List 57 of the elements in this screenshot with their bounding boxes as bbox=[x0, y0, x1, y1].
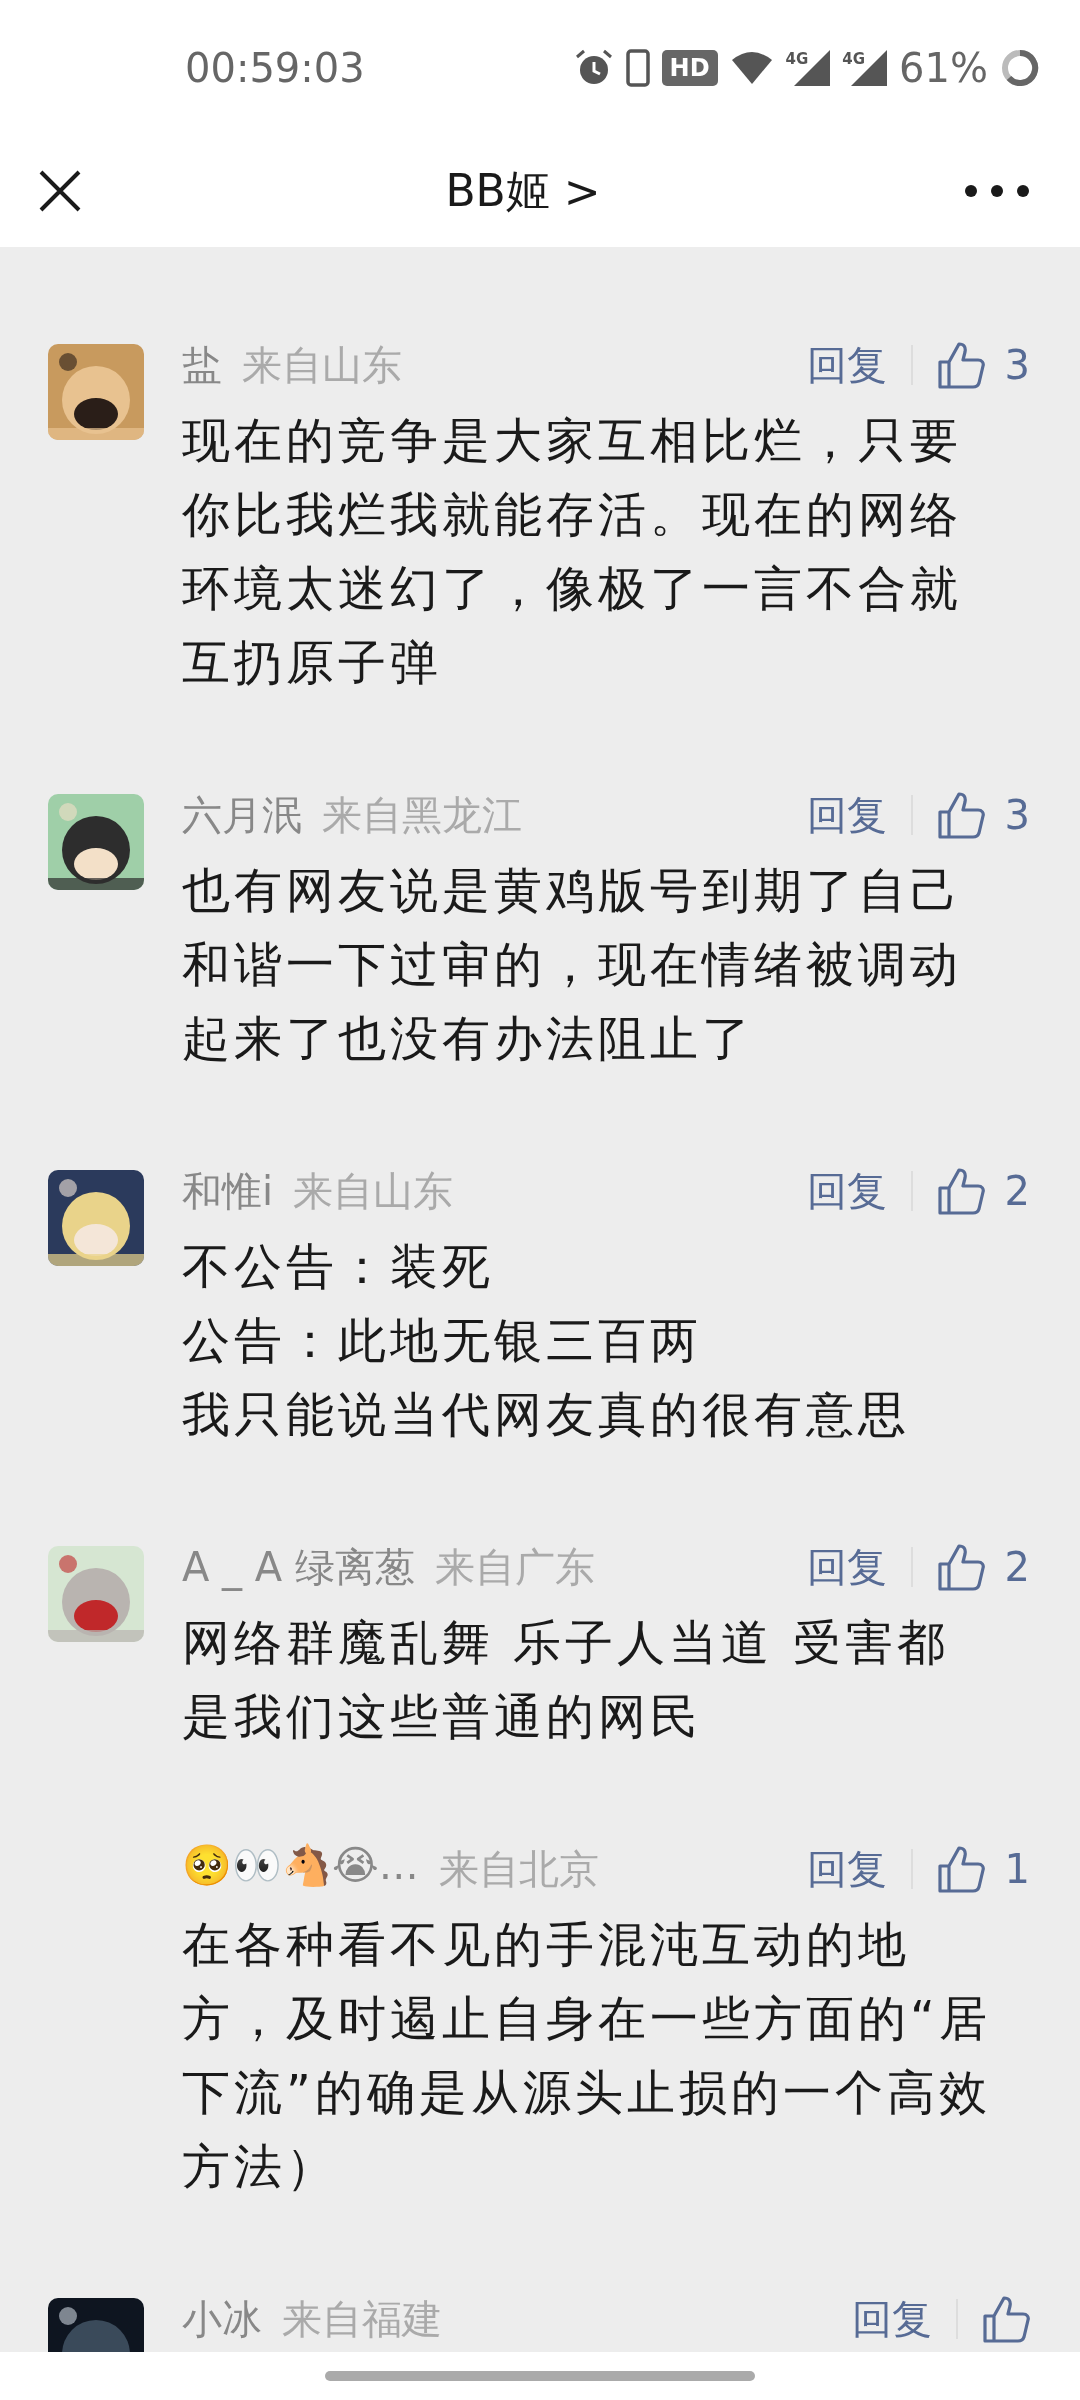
chevron-icon[interactable]: > bbox=[563, 165, 601, 217]
reply-link[interactable]: 回复 bbox=[806, 1539, 887, 1595]
page-title[interactable]: BB姬 bbox=[445, 161, 550, 221]
comment-text-line: 也有网友说是黄鸡版号到期了自己 bbox=[182, 861, 962, 920]
comment-text-line: 公告：此地无银三百两 bbox=[182, 1311, 702, 1370]
alarm-icon bbox=[573, 48, 614, 87]
network-type-label: 4G bbox=[842, 49, 866, 68]
thumbs-up-icon[interactable] bbox=[982, 2294, 1030, 2344]
comment-text-line: 方，及时遏止自身在一些方面的“居 bbox=[182, 1989, 991, 2048]
reply-link[interactable]: 回复 bbox=[806, 337, 887, 393]
username[interactable]: A _ A 绿离葱 bbox=[182, 1539, 415, 1595]
comment-text-line: 互扔原子弹 bbox=[182, 633, 442, 692]
close-icon[interactable] bbox=[38, 169, 82, 213]
battery-percent: 61% bbox=[899, 44, 988, 91]
username[interactable]: 盐 bbox=[182, 337, 222, 393]
like-count: 2 bbox=[1004, 1544, 1030, 1590]
reply-link[interactable]: 回复 bbox=[806, 787, 887, 843]
hd-badge: HD bbox=[661, 49, 718, 86]
location-label: 来自广东 bbox=[434, 1542, 595, 1592]
username[interactable]: 小冰 bbox=[182, 2291, 262, 2347]
location-label: 来自福建 bbox=[282, 2294, 442, 2344]
reply-link[interactable]: 回复 bbox=[806, 1841, 887, 1897]
comment-text-line: 在各种看不见的手混沌互动的地 bbox=[182, 1915, 910, 1974]
comment-text-line: 是我们这些普通的网民 bbox=[182, 1687, 702, 1746]
comment-text-line: 环境太迷幻了，像极了一言不合就 bbox=[182, 559, 962, 618]
comment-text-line: 现在的竞争是大家互相比烂，只要 bbox=[182, 411, 962, 470]
comment-text-line: 你比我烂我就能存活。现在的网络 bbox=[182, 485, 962, 544]
like-count: 3 bbox=[1004, 342, 1030, 388]
comment-text-line: 起来了也没有办法阻止了 bbox=[182, 1009, 754, 1068]
comment-text-line: 和谐一下过审的，现在情绪被调动 bbox=[182, 935, 962, 994]
thumbs-up-icon[interactable] bbox=[936, 1844, 985, 1894]
username[interactable]: 和惟i bbox=[182, 1163, 274, 1219]
comment-text-line: 不公告：装死 bbox=[182, 1237, 494, 1296]
location-label: 来自北京 bbox=[438, 1844, 599, 1894]
like-count: 1 bbox=[1004, 1846, 1030, 1892]
more-icon[interactable] bbox=[964, 184, 1030, 198]
wifi-icon bbox=[729, 49, 774, 86]
thumbs-up-icon[interactable] bbox=[936, 340, 985, 390]
battery-ring-icon bbox=[1000, 47, 1040, 88]
like-count: 2 bbox=[1004, 1168, 1030, 1214]
location-label: 来自黑龙江 bbox=[322, 790, 522, 840]
comment-text-line: 方法） bbox=[182, 2137, 338, 2196]
username[interactable]: 六月泯 bbox=[182, 787, 302, 843]
reply-link[interactable]: 回复 bbox=[806, 1163, 887, 1219]
comment-text-line: 网络群魔乱舞 乐子人当道 受害都 bbox=[182, 1613, 949, 1672]
thumbs-up-icon[interactable] bbox=[936, 1542, 985, 1592]
comment-text-line: 我只能说当代网友真的很有意思 bbox=[182, 1385, 910, 1444]
location-label: 来自山东 bbox=[293, 1166, 454, 1216]
network-type-label: 4G bbox=[785, 49, 809, 68]
reply-link[interactable]: 回复 bbox=[852, 2291, 932, 2347]
thumbs-up-icon[interactable] bbox=[936, 1166, 985, 1216]
thumbs-up-icon[interactable] bbox=[936, 790, 985, 840]
comment-text-line: 下流”的确是从源头止损的一个高效 bbox=[182, 2063, 991, 2122]
location-label: 来自山东 bbox=[242, 340, 402, 390]
phone-icon bbox=[625, 48, 650, 87]
clock-time: 00:59:03 bbox=[185, 44, 365, 91]
like-count: 3 bbox=[1004, 792, 1030, 838]
